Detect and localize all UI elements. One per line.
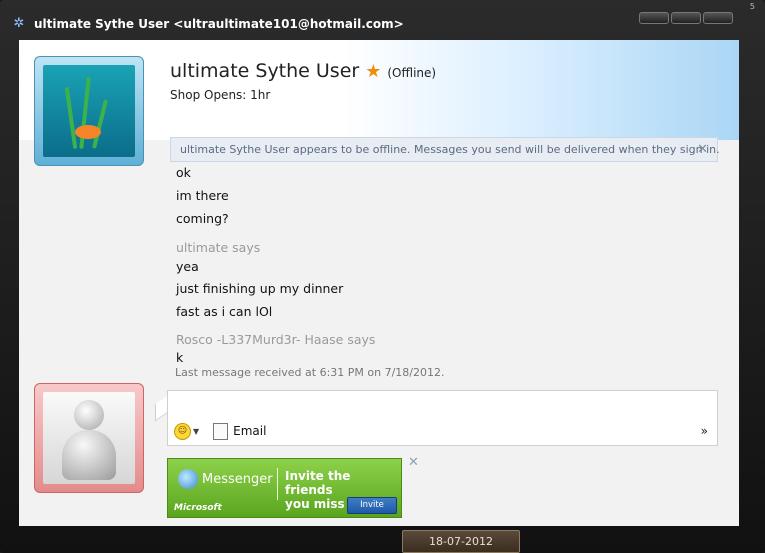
message-line: im there: [176, 188, 229, 203]
messenger-icon: ✲: [13, 16, 25, 31]
message-line: coming?: [176, 211, 229, 226]
more-options-button[interactable]: »: [701, 424, 708, 438]
sender-label: Rosco -L337Murd3r- Haase says: [176, 332, 376, 347]
invite-button[interactable]: Invite: [347, 497, 397, 514]
user-display-picture: [43, 392, 135, 484]
offline-notice-banner: ultimate Sythe User appears to be offlin…: [170, 137, 720, 162]
close-icon[interactable]: ✕: [697, 138, 708, 161]
email-button[interactable]: Email: [233, 424, 266, 438]
corner-indicator: 5: [749, 2, 755, 11]
last-received-note: Last message received at 6:31 PM on 7/18…: [175, 366, 445, 379]
taskbar-date: 18-07-2012: [402, 530, 520, 553]
plant-icon: [92, 99, 108, 149]
person-body-icon: [62, 430, 116, 480]
sender-label: ultimate says: [176, 240, 261, 255]
fish-icon: [75, 125, 101, 139]
chevron-down-icon[interactable]: ▼: [193, 427, 199, 436]
contact-avatar[interactable]: [34, 56, 144, 166]
title-bar[interactable]: ✲ ultimate Sythe User <ultraultimate101@…: [10, 12, 742, 36]
message-line: ok: [176, 165, 191, 180]
ad-divider: [277, 468, 278, 500]
message-line: fast as i can lOl: [176, 304, 273, 319]
contact-name[interactable]: ultimate Sythe User: [170, 60, 359, 82]
window-title: ultimate Sythe User <ultraultimate101@ho…: [34, 17, 404, 31]
close-button[interactable]: [703, 12, 733, 24]
message-line: just finishing up my dinner: [176, 281, 344, 296]
message-line: k: [176, 350, 184, 365]
email-icon[interactable]: [213, 422, 229, 440]
maximize-button[interactable]: [671, 12, 701, 24]
input-toolbar: ☺ ▼ Email »: [174, 421, 714, 441]
contact-display-picture: [43, 65, 135, 157]
smiley-icon[interactable]: ☺: [174, 422, 191, 440]
messenger-buddies-icon: [178, 469, 198, 489]
minimize-button[interactable]: [639, 12, 669, 24]
contact-status: (Offline): [387, 66, 437, 80]
ad-tagline-line1: Invite the friends: [285, 469, 351, 497]
close-icon[interactable]: ✕: [408, 455, 419, 470]
person-icon: [74, 400, 104, 430]
invite-ad-banner[interactable]: Messenger Invite the friends you miss Mi…: [167, 458, 402, 518]
personal-message: Shop Opens: 1hr: [170, 88, 271, 102]
message-line: yea: [176, 259, 199, 274]
messenger-window: ✲ ultimate Sythe User <ultraultimate101@…: [0, 0, 765, 553]
contact-header: ultimate Sythe User ★ (Offline): [170, 60, 436, 82]
star-icon: ★: [365, 61, 382, 82]
conversation-pane: ultimate Sythe User ★ (Offline) Shop Opens…: [19, 40, 739, 526]
ad-brand: Messenger: [202, 472, 273, 487]
offline-notice-text: ultimate Sythe User appears to be offlin…: [180, 143, 720, 156]
plant-icon: [64, 87, 78, 149]
window-controls: [637, 12, 733, 24]
microsoft-logo: Microsoft: [174, 503, 222, 513]
user-avatar[interactable]: [34, 383, 144, 493]
